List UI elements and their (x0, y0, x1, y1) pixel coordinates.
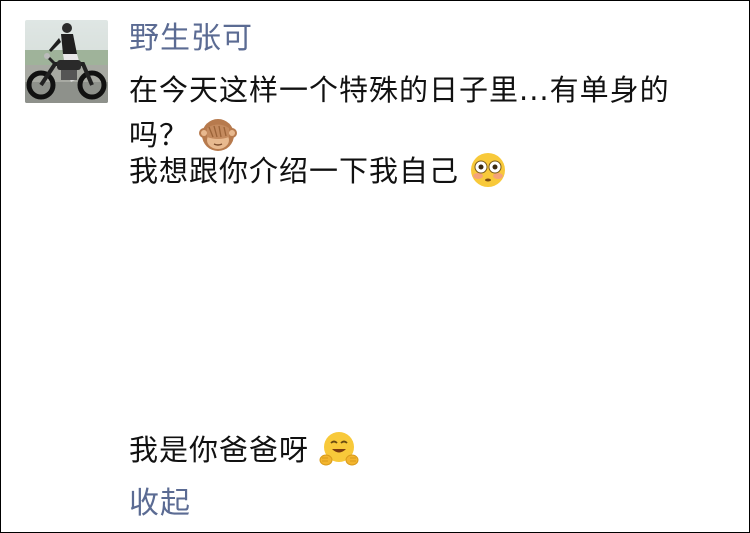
motorcycle-rider-photo (25, 20, 108, 103)
message-text: 我想跟你介绍一下我自己 (129, 154, 460, 188)
author-name[interactable]: 野生张可 (129, 19, 253, 59)
flushed-face-icon (469, 151, 507, 189)
collapse-link[interactable]: 收起 (129, 484, 191, 524)
message-text: 我是你爸爸呀 (129, 433, 310, 467)
message-line: 在今天这样一个特殊的日子里...有单身的 (129, 68, 729, 112)
hugging-face-icon (319, 430, 359, 468)
message-line: 我是你爸爸呀 (129, 428, 729, 472)
message-text: 吗？ (129, 118, 190, 152)
post-card: 野生张可 在今天这样一个特殊的日子里...有单身的 吗？ 我想跟你介绍一下我自己 (0, 0, 750, 533)
see-no-evil-monkey-icon (199, 115, 238, 153)
message-line: 我想跟你介绍一下我自己 (129, 149, 729, 193)
avatar[interactable] (25, 20, 108, 103)
message-text: 在今天这样一个特殊的日子里...有单身的 (129, 73, 670, 107)
